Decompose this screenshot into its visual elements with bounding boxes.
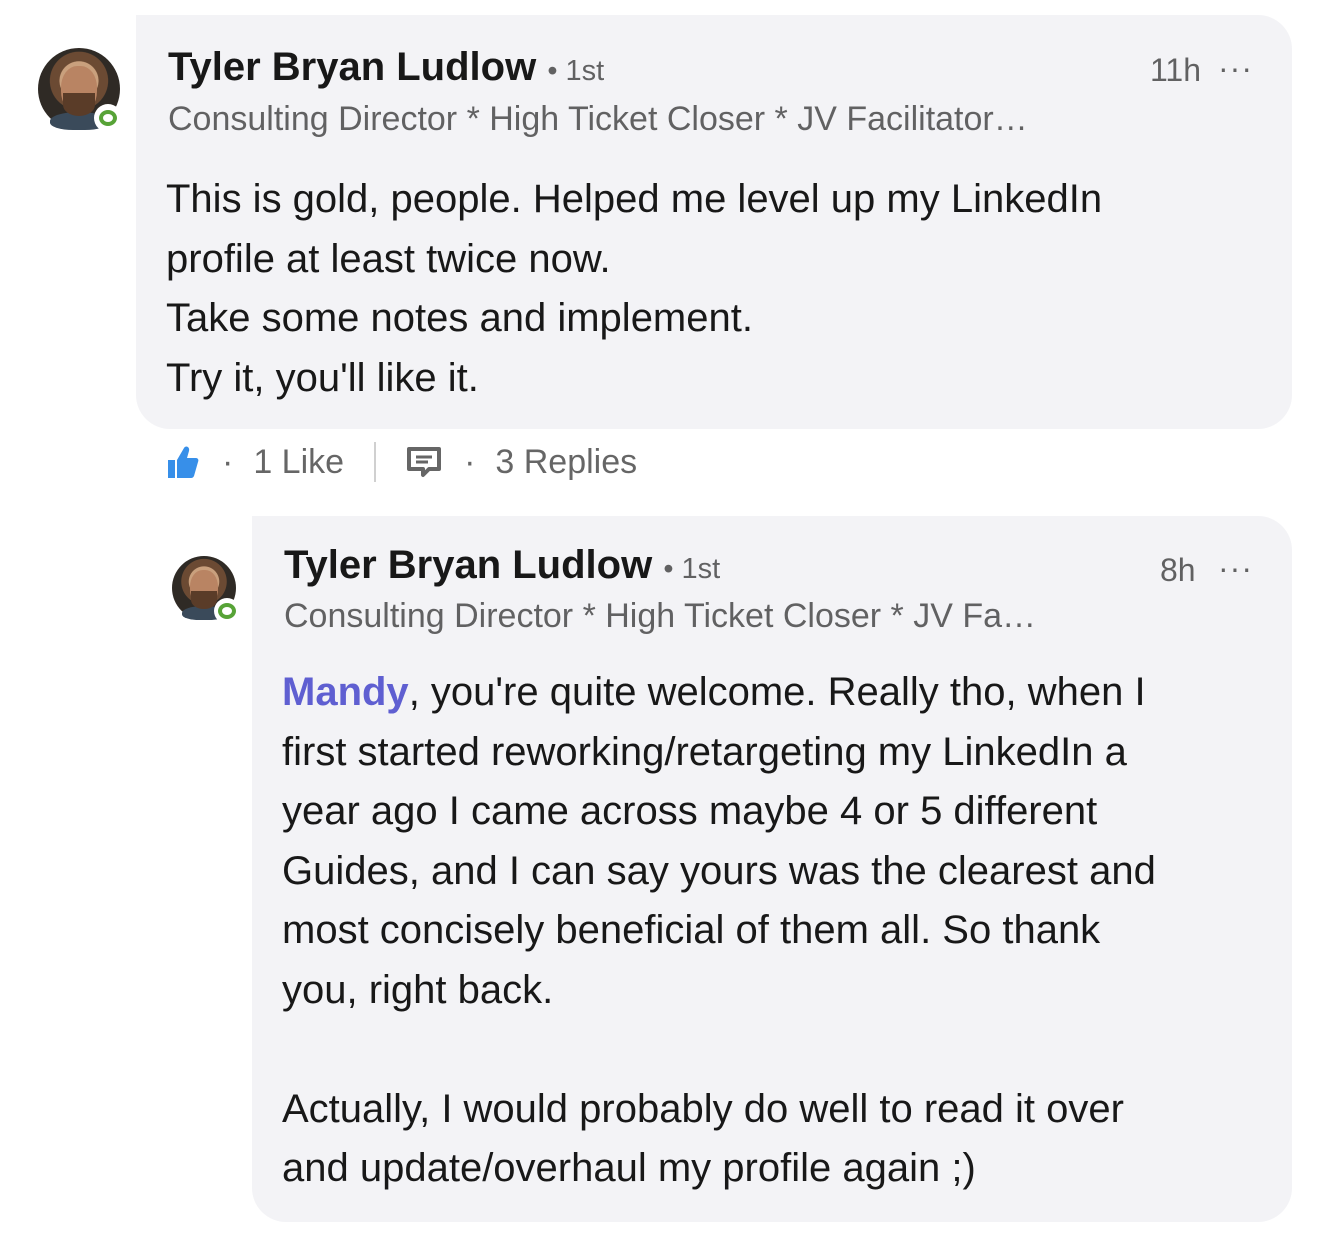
mention-link[interactable]: Mandy — [282, 670, 409, 714]
comment-more-options-button[interactable]: ··· — [1218, 50, 1253, 87]
connection-degree: • 1st — [547, 55, 605, 87]
online-presence-icon — [94, 104, 122, 132]
comment-timestamp: 11h — [1150, 52, 1202, 88]
author-name-text: Tyler Bryan Ludlow — [168, 45, 537, 89]
online-presence-icon — [214, 598, 240, 624]
reply-timestamp: 8h — [1160, 552, 1196, 588]
author-name-text: Tyler Bryan Ludlow — [284, 543, 653, 587]
reply-author-avatar[interactable] — [172, 556, 240, 624]
connection-degree: • 1st — [663, 553, 721, 585]
comment-icon[interactable] — [406, 445, 442, 479]
comment-body: This is gold, people. Helped me level up… — [166, 177, 1103, 400]
reply-body: Mandy, you're quite welcome. Really tho,… — [282, 670, 1156, 1190]
replies-count-link[interactable]: 3 Replies — [495, 443, 637, 482]
comment-author-headline: Consulting Director * High Ticket Closer… — [168, 100, 1028, 138]
comment-author-avatar[interactable] — [38, 48, 122, 132]
reply-author-headline: Consulting Director * High Ticket Closer… — [284, 597, 1037, 635]
comment-author-name[interactable]: Tyler Bryan Ludlow • 1st — [168, 45, 604, 90]
reply-author-name[interactable]: Tyler Bryan Ludlow • 1st — [284, 543, 720, 588]
divider — [374, 442, 377, 482]
comment-actions: · 1 Like · 3 Replies — [166, 440, 637, 484]
like-count-link[interactable]: 1 Like — [253, 443, 344, 482]
thumbs-up-icon[interactable] — [166, 444, 200, 480]
reply-more-options-button[interactable]: ··· — [1218, 550, 1253, 587]
